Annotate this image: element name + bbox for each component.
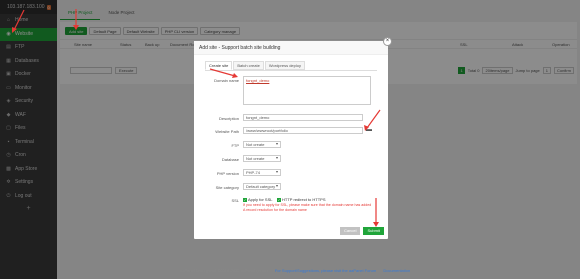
folder-icon[interactable]: ▬ — [366, 127, 372, 133]
submit-button[interactable]: Submit — [363, 227, 384, 235]
site-category-label: Site category — [215, 185, 239, 190]
copyright: aaPanel Linux panel ©2014-2022 aaPanel (… — [180, 268, 268, 273]
domain-textarea[interactable]: fongnt_demo — [243, 76, 371, 105]
website-path-input[interactable]: /www/wwwroot/portfolio — [243, 127, 363, 134]
apply-ssl-checkbox[interactable]: ✓ Apply for SSL — [243, 197, 272, 202]
checkbox-checked-icon: ✓ — [277, 197, 281, 202]
database-label: Database — [221, 157, 239, 162]
https-redirect-label: HTTP redirect to HTTPS — [282, 197, 326, 202]
php-version-select[interactable]: PHP-74 — [243, 169, 281, 176]
add-site-dialog: Add site - Support batch site building ×… — [194, 37, 392, 239]
tab-divider — [205, 70, 377, 71]
ftp-select[interactable]: Not create — [243, 141, 281, 148]
documentation-link[interactable]: Documentation — [383, 268, 410, 273]
description-label: Description — [218, 116, 239, 121]
support-link[interactable]: For Support/Suggestions, please visit th… — [275, 268, 376, 273]
apply-ssl-label: Apply for SSL — [248, 197, 273, 202]
cancel-button[interactable]: Cancel — [340, 227, 361, 235]
description-input[interactable]: fongnt_demo — [243, 114, 363, 121]
path-label: Website Path — [215, 129, 239, 134]
domain-label: Domain name — [214, 78, 239, 83]
page-footer: aaPanel Linux panel ©2014-2022 aaPanel (… — [180, 268, 410, 273]
ssl-note: If you need to apply for SSL, please mak… — [243, 203, 372, 212]
checkbox-checked-icon: ✓ — [243, 197, 247, 202]
site-category-select[interactable]: Default category — [243, 183, 281, 190]
ftp-label: FTP — [231, 143, 239, 148]
php-version-label: PHP version — [216, 171, 239, 176]
https-redirect-checkbox[interactable]: ✓ HTTP redirect to HTTPS — [277, 197, 326, 202]
dialog-tabs: Create site Batch create Wordpress deplo… — [205, 61, 306, 70]
tab-wordpress-deploy[interactable]: Wordpress deploy — [264, 61, 305, 70]
close-icon[interactable]: × — [383, 37, 392, 46]
ssl-label: SSL — [231, 198, 239, 203]
dialog-title: Add site - Support batch site building — [194, 41, 388, 55]
tab-create-site[interactable]: Create site — [205, 61, 233, 70]
database-select[interactable]: Not create — [243, 155, 281, 162]
tab-batch-create[interactable]: Batch create — [233, 61, 264, 70]
dialog-footer: Cancel Submit — [340, 227, 384, 235]
